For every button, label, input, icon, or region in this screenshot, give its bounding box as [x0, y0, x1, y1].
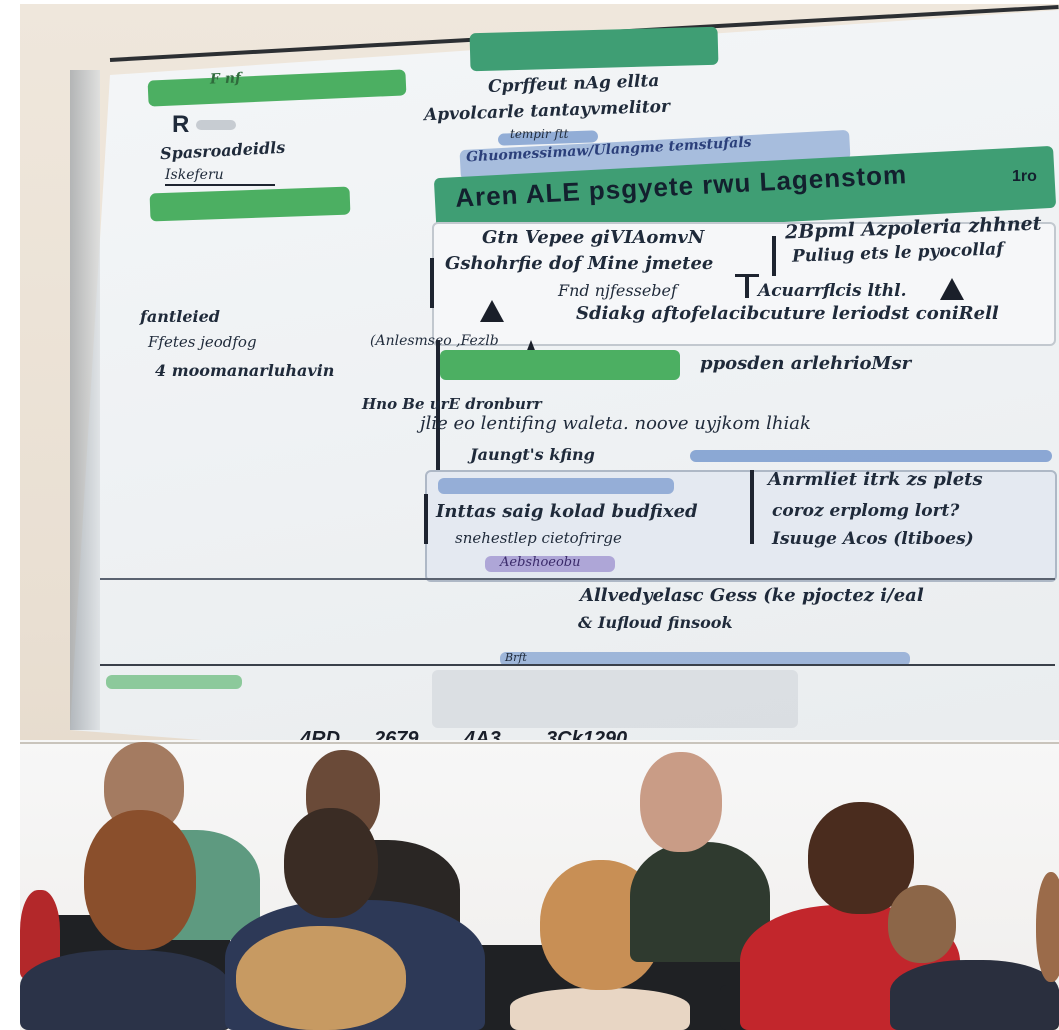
lower-block-header: [438, 478, 674, 494]
main-block-bracket-left: [430, 258, 434, 308]
screen-frame: [70, 70, 100, 730]
bottom-line-1: Allvedyelasc Gess (ke pjoctez i/eal: [580, 585, 924, 606]
left-edge: [0, 0, 20, 1030]
block-left-1: Gtn Vepee giVIAomvN: [482, 227, 705, 248]
lower-left-3: Aebshoeobu: [500, 555, 581, 570]
lower-right-2: coroz erplomg lort?: [772, 501, 960, 521]
header-left-text: F nf: [209, 70, 242, 88]
divider-line-2: [100, 664, 1055, 666]
caret-up-icon: [480, 300, 504, 322]
mid-blue-bar: [690, 450, 1052, 462]
block-left-2: Gshohrfie dof Mine jmetee: [445, 253, 714, 274]
lower-left-2: snehestlep cietofrirge: [455, 529, 622, 547]
header-teal-bar: [469, 26, 719, 72]
block-right-4: Sdiakg aftofelacibcuture leriodst coniRe…: [576, 303, 999, 324]
lower-right-1: Anrmliet itrk zs plets: [768, 469, 983, 490]
divider-line-1: [100, 578, 1055, 580]
mid-line-1: Hno Be urE dronburr: [362, 395, 542, 413]
main-block-bracket-right: [772, 236, 776, 276]
mid-green-bar: [440, 350, 680, 380]
left-side-3: 4 moomanarluhavin: [155, 361, 335, 380]
bottom-tag: Brft: [505, 651, 527, 664]
left-label-3: Iskeferu: [165, 167, 224, 183]
bottom-line-2: & Iufloud finsook: [578, 613, 733, 632]
lower-bracket-right: [750, 470, 754, 544]
top-subline: tempir ftt: [510, 127, 569, 141]
ledge: [20, 742, 1059, 744]
lecture-photo: F nf Cprffeut nAg ellta Apvolcarle tanta…: [0, 0, 1059, 1030]
inline-label: (Anlesmseo ,Fezlb: [370, 333, 499, 349]
left-side-2: Ffetes jeodfog: [148, 333, 257, 351]
left-label-r: R: [172, 111, 190, 138]
mid-line-2: jlie eo lentifing waleta. noove uyjkom l…: [420, 413, 811, 434]
top-edge: [0, 0, 1059, 4]
block-left-3: Fnd njfessebef: [558, 281, 677, 300]
left-label-r-smudge: [196, 120, 236, 130]
caret-up-icon-right: [940, 278, 964, 300]
left-underline: [165, 184, 275, 186]
lower-right-3: Isuuge Acos (ltiboes): [772, 529, 974, 549]
footer-grey-box: [432, 670, 798, 728]
lower-left-1: Inttas saig kolad budfixed: [436, 501, 698, 522]
block-right-3: Acuarrflcis lthl.: [758, 281, 907, 301]
left-side-1: fantleied: [140, 307, 220, 326]
section-suffix: 1ro: [1012, 168, 1037, 185]
footer-green-bar: [106, 675, 242, 689]
position-text: pposden arlehrioMsr: [700, 353, 912, 374]
mid-line-3: Jaungt's kfing: [470, 445, 595, 464]
t-marker-stem: [745, 274, 749, 298]
lower-bracket-left: [424, 494, 428, 544]
